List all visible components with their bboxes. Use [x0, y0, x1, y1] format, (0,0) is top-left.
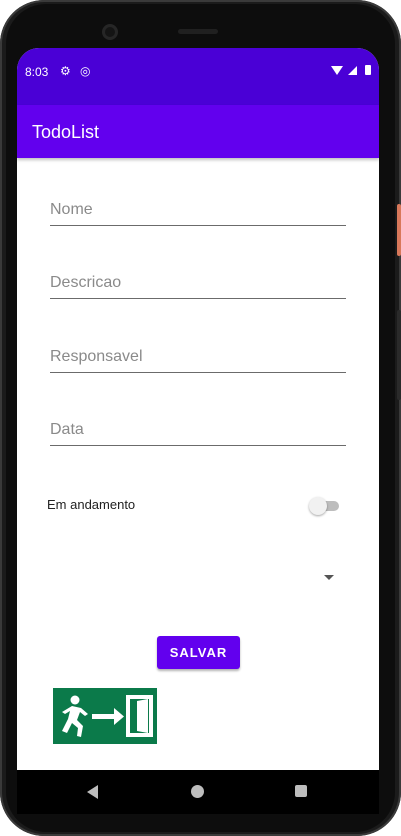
- volume-button: [397, 310, 401, 400]
- recents-icon[interactable]: [295, 785, 307, 797]
- nome-input[interactable]: [50, 201, 346, 219]
- data-field[interactable]: [50, 413, 346, 446]
- descricao-input[interactable]: [50, 274, 346, 292]
- nome-field[interactable]: [50, 193, 346, 226]
- app-bar: TodoList: [17, 105, 379, 158]
- do-not-disturb-icon: ◎: [80, 64, 91, 78]
- dropdown-arrow-icon[interactable]: [324, 575, 334, 580]
- responsavel-field[interactable]: [50, 340, 346, 373]
- cell-signal-icon: [348, 66, 357, 75]
- switch-thumb[interactable]: [309, 497, 327, 515]
- device-frame: 8:03 ⚙ ◎ TodoList Em andamento: [0, 0, 401, 836]
- em-andamento-label: Em andamento: [47, 497, 136, 512]
- app-screen: 8:03 ⚙ ◎ TodoList Em andamento: [17, 48, 379, 770]
- save-button[interactable]: SALVAR: [157, 636, 240, 669]
- power-button: [397, 204, 401, 256]
- descricao-field[interactable]: [50, 266, 346, 299]
- gear-icon: ⚙: [60, 64, 71, 78]
- app-title: TodoList: [32, 122, 100, 142]
- em-andamento-switch[interactable]: [309, 496, 341, 516]
- back-icon[interactable]: [87, 785, 98, 799]
- system-nav-bar: [17, 770, 379, 814]
- earpiece-speaker: [178, 29, 218, 34]
- responsavel-input[interactable]: [50, 348, 346, 366]
- status-bar: 8:03 ⚙ ◎: [17, 48, 379, 105]
- battery-icon: [365, 65, 371, 75]
- exit-sign-icon: [53, 688, 157, 744]
- data-input[interactable]: [50, 421, 346, 439]
- em-andamento-row: Em andamento: [47, 494, 347, 518]
- status-spinner[interactable]: [47, 560, 337, 596]
- status-time: 8:03: [25, 65, 49, 79]
- home-icon[interactable]: [191, 785, 204, 798]
- front-camera: [102, 24, 118, 40]
- wifi-icon: [331, 66, 343, 75]
